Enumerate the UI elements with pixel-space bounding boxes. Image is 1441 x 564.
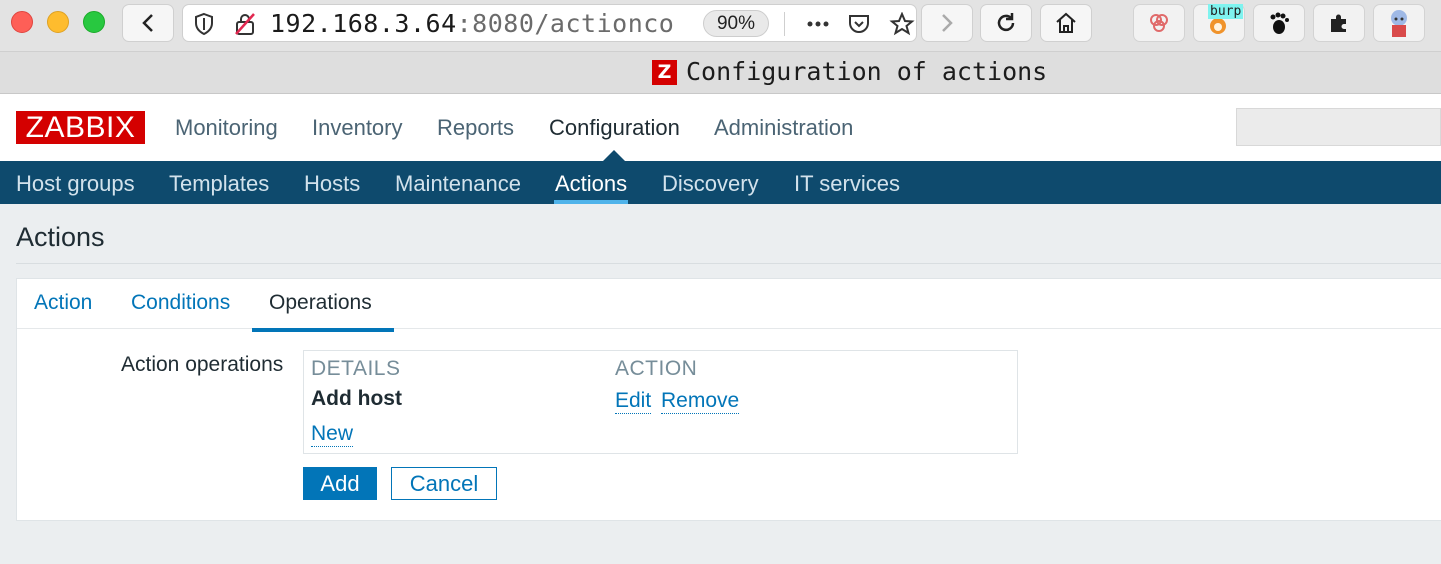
extension-button-3[interactable]: [1253, 4, 1305, 42]
edit-operation-link[interactable]: Edit: [615, 389, 652, 414]
menu-configuration[interactable]: Configuration: [549, 115, 680, 141]
close-window-button[interactable]: [11, 11, 33, 33]
main-navigation: ZABBIX Monitoring Inventory Reports Conf…: [0, 94, 1441, 161]
selected-menu-caret: [603, 150, 625, 161]
home-button[interactable]: [1040, 4, 1092, 42]
tabs-divider: [17, 328, 1441, 329]
zoom-level-badge[interactable]: 90%: [703, 10, 769, 37]
header-divider: [16, 263, 1441, 264]
anime-avatar-icon: [1391, 10, 1407, 37]
reload-icon: [997, 13, 1015, 32]
zabbix-logo[interactable]: ZABBIX: [16, 111, 145, 144]
puzzle-piece-icon: [1331, 14, 1346, 32]
url-divider: [784, 12, 785, 36]
menu-reports[interactable]: Reports: [437, 115, 514, 141]
tab-title: Configuration of actions: [686, 57, 1048, 86]
submenu-it-services[interactable]: IT services: [794, 171, 900, 197]
home-icon: [1056, 12, 1076, 33]
submenu-host-groups[interactable]: Host groups: [16, 171, 135, 197]
pocket-icon[interactable]: [847, 12, 871, 36]
burp-label: burp: [1208, 4, 1244, 19]
address-bar[interactable]: 192.168.3.64:8080/actionco 90%: [182, 4, 917, 42]
minimize-window-button[interactable]: [47, 11, 69, 33]
submenu-templates[interactable]: Templates: [169, 171, 269, 197]
page-title: Actions: [16, 222, 105, 252]
more-actions-icon[interactable]: [805, 12, 831, 36]
chevron-right-icon: [942, 14, 953, 32]
cancel-button[interactable]: Cancel: [391, 467, 497, 500]
details-column-header: DETAILS: [311, 357, 401, 380]
global-search-input[interactable]: [1236, 108, 1441, 146]
submenu-selected-indicator: [554, 200, 628, 204]
operation-details: Add host: [311, 387, 402, 410]
burp-extension-button[interactable]: burp: [1193, 4, 1245, 42]
menu-monitoring[interactable]: Monitoring: [175, 115, 278, 141]
reload-button[interactable]: [980, 4, 1032, 42]
submenu-discovery[interactable]: Discovery: [662, 171, 759, 197]
extensions-menu-button[interactable]: [1313, 4, 1365, 42]
submenu-hosts[interactable]: Hosts: [304, 171, 360, 197]
action-column-header: ACTION: [615, 357, 698, 380]
tab-operations[interactable]: Operations: [269, 291, 372, 315]
forward-button[interactable]: [921, 4, 973, 42]
back-button[interactable]: [122, 4, 174, 42]
tab-selected-indicator: [252, 328, 394, 332]
zabbix-favicon: Z: [652, 60, 677, 85]
sub-navigation: Host groups Templates Hosts Maintenance …: [0, 161, 1441, 204]
maximize-window-button[interactable]: [83, 11, 105, 33]
browser-toolbar: 192.168.3.64:8080/actionco 90% burp: [0, 0, 1441, 52]
menu-administration[interactable]: Administration: [714, 115, 853, 141]
extension-button-1[interactable]: [1133, 4, 1185, 42]
add-button[interactable]: Add: [303, 467, 377, 500]
tab-conditions[interactable]: Conditions: [131, 291, 230, 315]
submenu-actions[interactable]: Actions: [555, 171, 627, 197]
action-operations-label: Action operations: [121, 353, 284, 376]
extension-button-5[interactable]: [1373, 4, 1425, 42]
gnome-foot-icon: [1270, 12, 1289, 34]
chevron-left-icon: [142, 14, 153, 32]
submenu-maintenance[interactable]: Maintenance: [395, 171, 521, 197]
new-operation-link[interactable]: New: [311, 422, 354, 447]
bookmark-star-icon[interactable]: [889, 12, 915, 36]
menu-inventory[interactable]: Inventory: [312, 115, 403, 141]
url-text[interactable]: 192.168.3.64:8080/actionco: [270, 9, 705, 38]
rings-extension-icon: [1150, 14, 1168, 32]
remove-operation-link[interactable]: Remove: [661, 389, 740, 414]
tab-action[interactable]: Action: [34, 291, 92, 315]
shield-icon[interactable]: [193, 12, 215, 36]
insecure-lock-icon[interactable]: [233, 12, 257, 36]
